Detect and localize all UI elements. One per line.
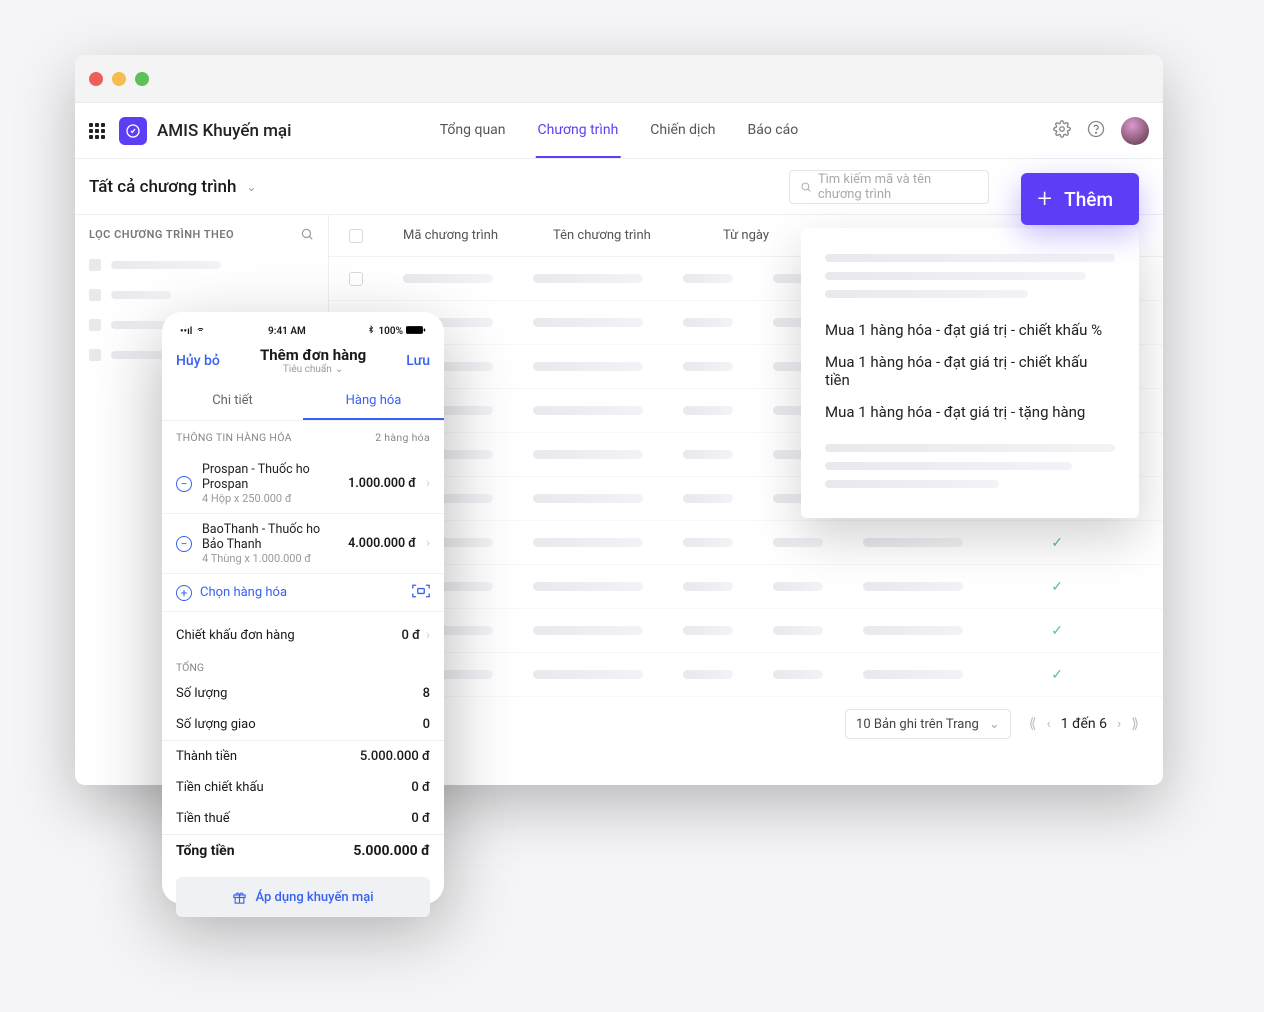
page-first-icon[interactable]: ⟪ (1029, 716, 1037, 732)
add-dropdown: Mua 1 hàng hóa - đạt giá trị - chiết khấ… (801, 228, 1139, 518)
tab-goods[interactable]: Hàng hóa (303, 383, 444, 420)
status-time: 9:41 AM (268, 326, 306, 337)
maximize-window-icon[interactable] (135, 72, 149, 86)
plus-icon: + (176, 585, 192, 601)
search-placeholder: Tìm kiếm mã và tên chương trình (818, 172, 978, 202)
table-row[interactable]: ✓ (329, 609, 1163, 653)
minimize-window-icon[interactable] (112, 72, 126, 86)
chevron-down-icon: ⌄ (989, 717, 1000, 732)
subbar: Tất cả chương trình ⌄ Tìm kiếm mã và tên… (75, 159, 1163, 215)
app-logo (119, 117, 147, 145)
dropdown-option[interactable]: Mua 1 hàng hóa - đạt giá trị - chiết khấ… (801, 346, 1139, 396)
add-button[interactable]: + Thêm (1021, 173, 1139, 225)
section-count: 2 hàng hóa (375, 431, 430, 444)
search-input[interactable]: Tìm kiếm mã và tên chương trình (789, 170, 989, 204)
discount-row[interactable]: Chiết khấu đơn hàng 0 đ › (162, 620, 444, 651)
dropdown-option[interactable]: Mua 1 hàng hóa - đạt giá trị - chiết khấ… (801, 314, 1139, 346)
tab-detail[interactable]: Chi tiết (162, 383, 303, 420)
signal-icon: ••ıl (180, 326, 192, 337)
search-icon (800, 180, 812, 194)
apply-promo-button[interactable]: Áp dụng khuyến mại (176, 877, 430, 917)
page-next-icon[interactable]: › (1117, 716, 1121, 732)
titlebar (75, 55, 1163, 103)
table-row[interactable]: ✓ (329, 521, 1163, 565)
main-nav: Tổng quan Chương trình Chiến dịch Báo cá… (438, 104, 800, 158)
chevron-right-icon: › (426, 476, 430, 491)
nav-campaign[interactable]: Chiến dịch (648, 104, 717, 158)
gear-icon[interactable] (1053, 120, 1071, 142)
filter-item[interactable] (89, 289, 314, 301)
page-range: 1 đến 6 (1061, 716, 1107, 732)
app-title: AMIS Khuyến mại (157, 121, 291, 141)
close-window-icon[interactable] (89, 72, 103, 86)
page-title: Tất cả chương trình (89, 177, 236, 197)
dropdown-option[interactable]: Mua 1 hàng hóa - đạt giá trị - tặng hàng (801, 396, 1139, 428)
gift-icon (232, 890, 247, 905)
chevron-right-icon: › (426, 628, 430, 643)
save-button[interactable]: Lưu (406, 353, 430, 369)
battery-icon (406, 325, 426, 338)
section-total-label: TỔNG (162, 651, 444, 678)
remove-item-icon[interactable]: − (176, 476, 192, 492)
help-icon[interactable] (1087, 120, 1105, 142)
nav-program[interactable]: Chương trình (536, 104, 621, 158)
battery-percent: 100% (378, 326, 403, 337)
table-row[interactable]: ✓ (329, 565, 1163, 609)
chevron-down-icon[interactable]: ⌄ (246, 180, 256, 194)
section-info-label: THÔNG TIN HÀNG HÓA (176, 431, 292, 444)
topbar: AMIS Khuyến mại Tổng quan Chương trình C… (75, 103, 1163, 159)
col-from: Từ ngày (723, 228, 793, 243)
mobile-subtitle[interactable]: Tiêu chuẩn ⌄ (260, 364, 366, 375)
remove-item-icon[interactable]: − (176, 536, 192, 552)
pager: 10 Bản ghi trên Trang ⌄ ⟪ ‹ 1 đến 6 › ⟫ (329, 697, 1163, 751)
chevron-down-icon: ⌄ (335, 364, 343, 375)
mobile-statusbar: ••ıl 9:41 AM 100% (162, 322, 444, 340)
mobile-header: Hủy bỏ Thêm đơn hàng Tiêu chuẩn ⌄ Lưu (162, 340, 444, 377)
wifi-icon (195, 325, 206, 337)
nav-report[interactable]: Báo cáo (746, 104, 801, 158)
add-item-button[interactable]: + Chọn hàng hóa (162, 574, 444, 612)
table-row[interactable]: ✓ (329, 653, 1163, 697)
plus-icon: + (1037, 186, 1052, 212)
col-name: Tên chương trình (553, 228, 683, 243)
avatar[interactable] (1121, 117, 1149, 145)
chevron-right-icon: › (426, 536, 430, 551)
bluetooth-icon (367, 324, 375, 338)
nav-overview[interactable]: Tổng quan (438, 104, 508, 158)
add-button-label: Thêm (1064, 188, 1113, 211)
cancel-button[interactable]: Hủy bỏ (176, 353, 220, 369)
apps-grid-icon[interactable] (89, 123, 105, 139)
mobile-title: Thêm đơn hàng (260, 346, 366, 364)
mobile-tabs: Chi tiết Hàng hóa (162, 383, 444, 421)
page-prev-icon[interactable]: ‹ (1047, 716, 1051, 732)
page-last-icon[interactable]: ⟫ (1131, 716, 1139, 732)
select-all-checkbox[interactable] (349, 229, 363, 243)
mobile-mockup: ••ıl 9:41 AM 100% Hủy bỏ Thêm đơn hàng T… (162, 312, 444, 904)
list-item[interactable]: − BaoThanh - Thuốc ho Bảo Thanh 4 Thùng … (162, 514, 444, 574)
col-code: Mã chương trình (403, 228, 513, 243)
search-icon[interactable] (300, 227, 314, 241)
filter-title: LỌC CHƯƠNG TRÌNH THEO (89, 228, 234, 241)
page-size-select[interactable]: 10 Bản ghi trên Trang ⌄ (845, 709, 1011, 739)
list-item[interactable]: − Prospan - Thuốc ho Prospan 4 Hộp x 250… (162, 454, 444, 514)
filter-item[interactable] (89, 259, 314, 271)
barcode-scan-icon[interactable] (412, 584, 430, 601)
